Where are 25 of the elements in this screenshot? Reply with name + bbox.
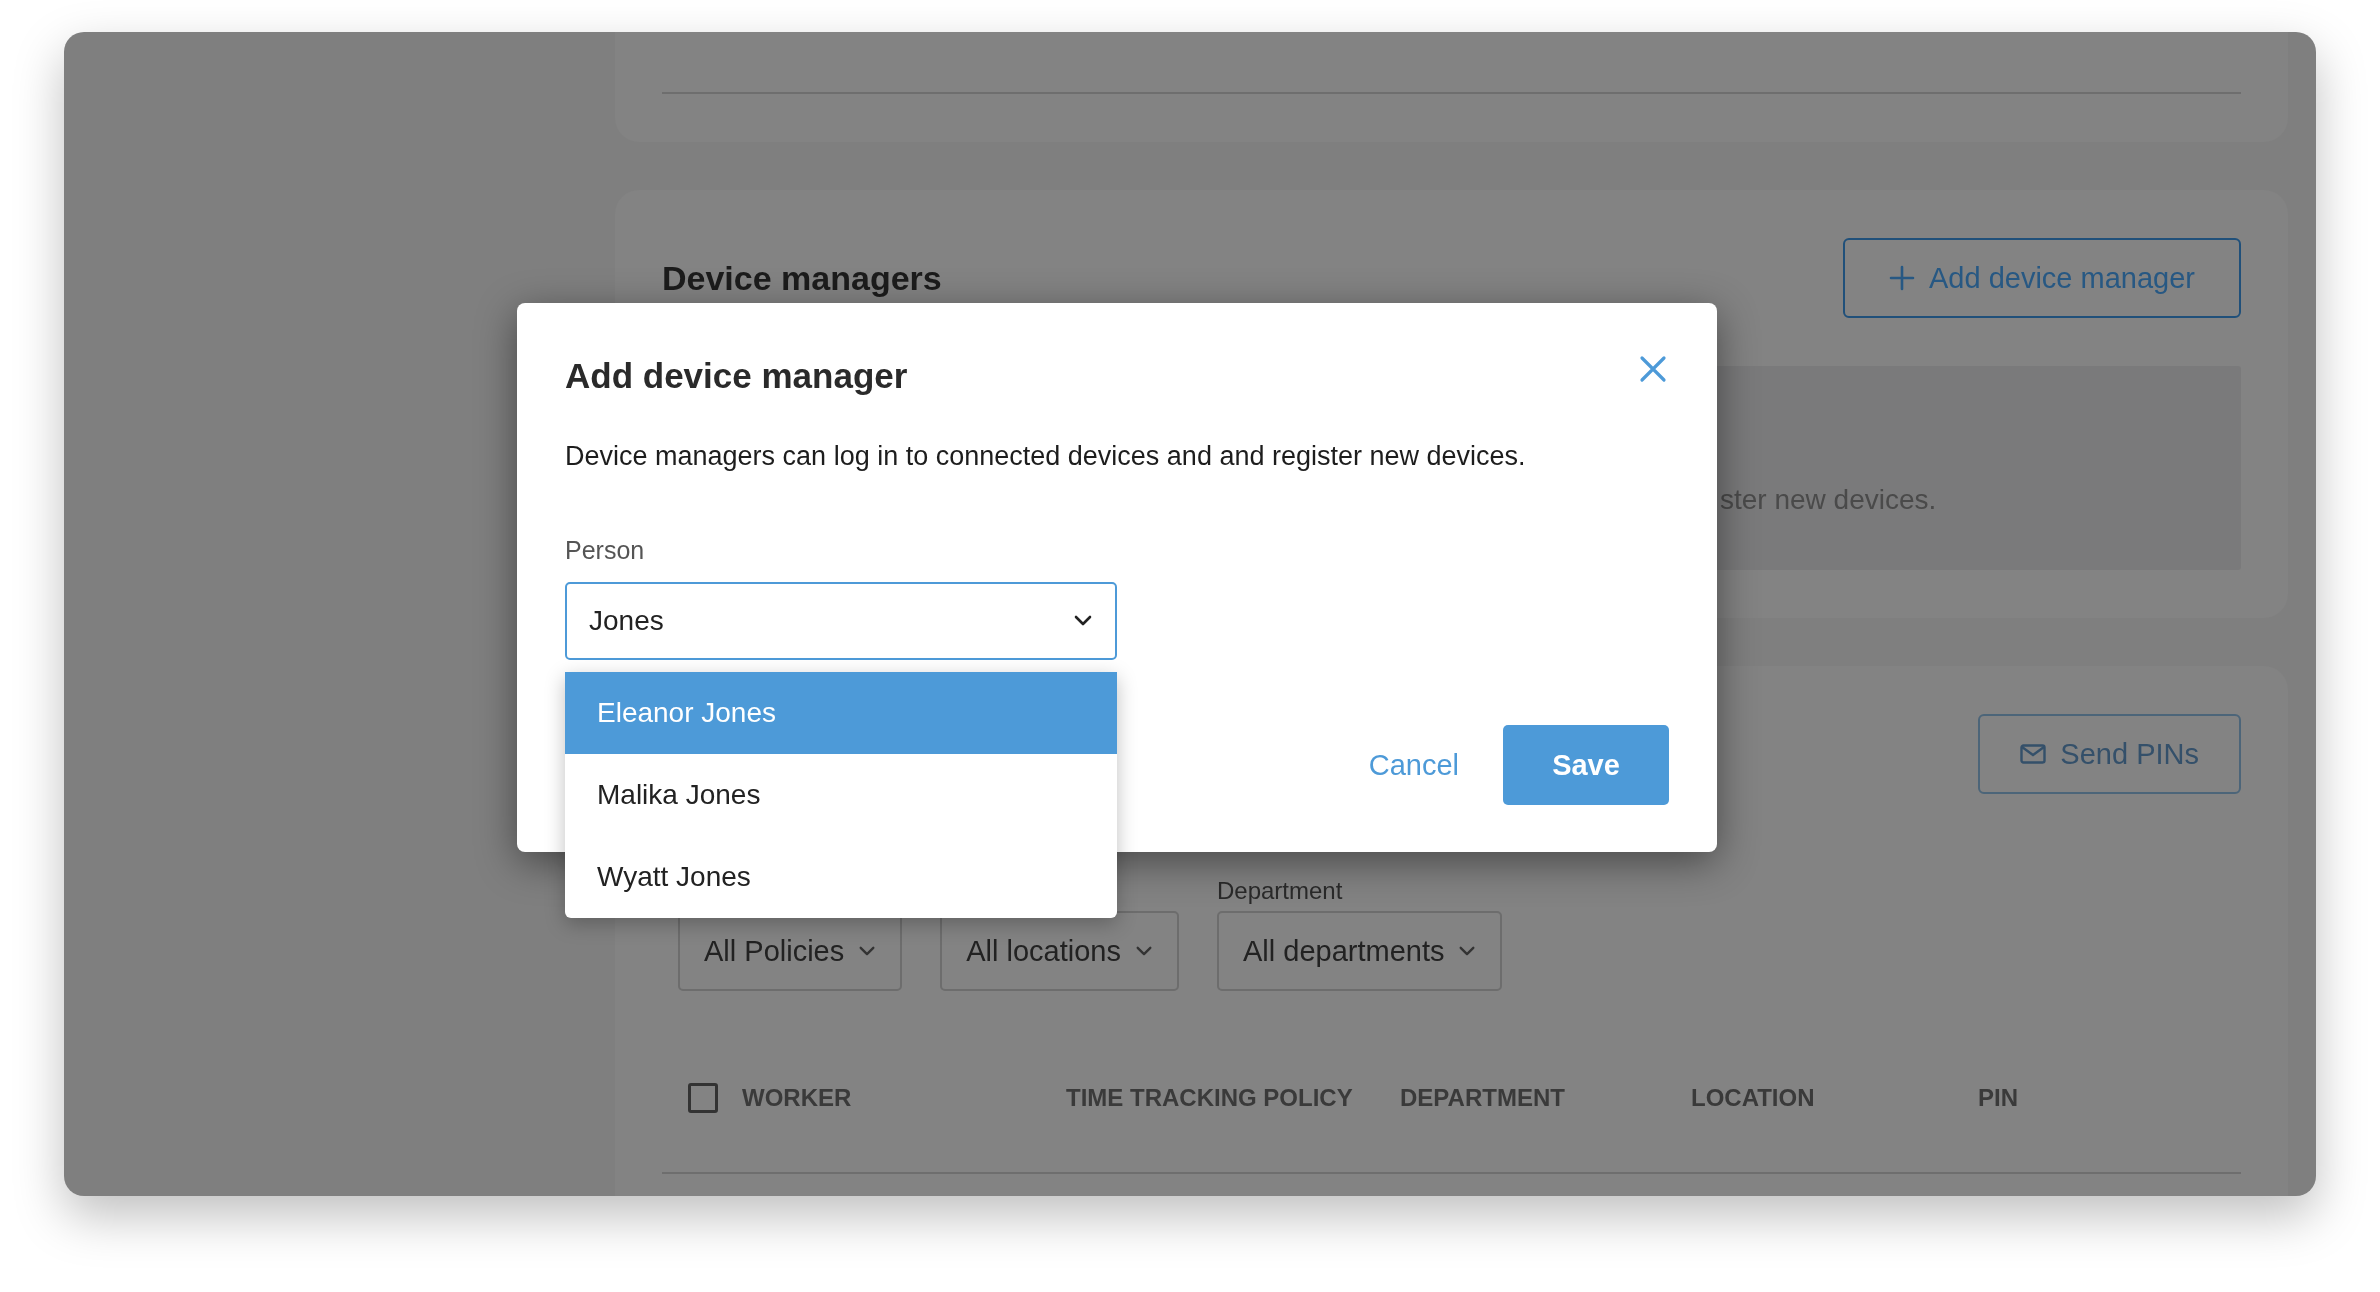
field-label: Person bbox=[565, 535, 645, 566]
chevron-down-icon bbox=[1458, 945, 1477, 957]
column-header: DEPARTMENT bbox=[1400, 1084, 1565, 1111]
chevron-down-icon bbox=[1134, 945, 1153, 957]
column-header: PIN bbox=[1978, 1084, 2018, 1111]
select-all-checkbox[interactable] bbox=[688, 1083, 718, 1113]
column-header: WORKER bbox=[742, 1084, 852, 1111]
dropdown-option[interactable]: Eleanor Jones bbox=[565, 672, 1117, 754]
person-input[interactable]: Jones bbox=[589, 605, 1063, 637]
section-title: Device managers bbox=[662, 258, 942, 298]
chevron-down-icon bbox=[858, 945, 877, 957]
send-pins-button[interactable]: Send PINs bbox=[1978, 714, 2241, 794]
dialog-description: Device managers can log in to connected devices and and register new devices. bbox=[565, 440, 1527, 473]
save-button[interactable]: Save bbox=[1503, 725, 1669, 805]
plus-icon bbox=[1889, 265, 1915, 291]
chevron-down-icon bbox=[1073, 615, 1093, 627]
filter-dropdown[interactable]: All departments bbox=[1216, 911, 1503, 991]
filter-label: Department bbox=[1216, 877, 1343, 904]
column-header: LOCATION bbox=[1691, 1084, 1815, 1111]
column-header: TIME TRACKING POLICY bbox=[1066, 1084, 1353, 1111]
dropdown-option[interactable]: Malika Jones bbox=[565, 754, 1117, 836]
envelope-icon bbox=[2020, 744, 2047, 764]
cancel-button[interactable]: Cancel bbox=[1364, 738, 1463, 792]
person-combobox[interactable]: Jones bbox=[565, 582, 1117, 660]
dialog-title: Add device manager bbox=[565, 355, 908, 397]
